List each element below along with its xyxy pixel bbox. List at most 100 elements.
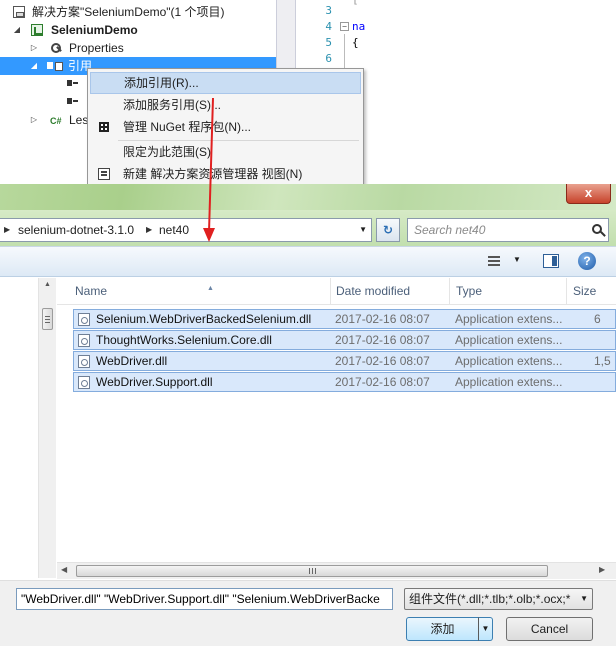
tree-item-solution[interactable]: 解决方案"SeleniumDemo"(1 个项目) [0, 3, 276, 21]
csharp-file-icon: C# [50, 116, 62, 126]
file-name: ThoughtWorks.Selenium.Core.dll [96, 333, 272, 347]
file-type: Application extens... [455, 312, 563, 326]
filetype-select[interactable]: 组件文件(*.dll;*.tlb;*.olb;*.ocx;* ▼ [404, 588, 593, 610]
line-number: 6 [325, 52, 332, 65]
collapsed-arrow-icon[interactable]: ▷ [29, 111, 39, 129]
chevron-down-icon[interactable]: ▼ [359, 219, 367, 241]
code-line: 3 [296, 3, 616, 19]
filename-input[interactable] [16, 588, 393, 610]
nuget-icon [98, 121, 110, 133]
scroll-right-icon[interactable]: ▶ [599, 565, 605, 574]
menu-item-label: 限定为此范围(S) [123, 145, 211, 159]
column-header-size[interactable]: Size [567, 278, 616, 305]
collapsed-arrow-icon[interactable]: ▷ [29, 39, 39, 57]
tree-item-project[interactable]: ◢ SeleniumDemo [0, 21, 276, 39]
breadcrumb-separator-icon[interactable]: ▶ [4, 219, 10, 241]
close-button[interactable]: x [566, 184, 611, 204]
dialog-titlebar[interactable]: x [0, 184, 616, 210]
tree-item-label: 解决方案"SeleniumDemo"(1 个项目) [32, 5, 225, 19]
scroll-left-icon[interactable]: ◀ [61, 565, 67, 574]
menu-item-add-service-reference[interactable]: 添加服务引用(S)... [90, 94, 361, 116]
dll-file-icon [78, 313, 90, 326]
column-header-label: Date modified [336, 284, 411, 298]
column-header-name[interactable]: Name ▲ [69, 278, 331, 305]
tree-item-label: Properties [69, 41, 124, 55]
chevron-down-icon[interactable]: ▼ [580, 589, 588, 609]
file-name: Selenium.WebDriverBackedSelenium.dll [96, 312, 312, 326]
expanded-arrow-icon[interactable]: ◢ [12, 21, 22, 39]
chevron-down-icon: ▼ [481, 624, 490, 633]
refresh-button[interactable]: ↻ [376, 218, 400, 242]
line-number: 3 [325, 4, 332, 17]
filetype-value: 组件文件(*.dll;*.tlb;*.olb;*.ocx;* [409, 592, 571, 606]
file-date: 2017-02-16 08:07 [335, 354, 430, 368]
breadcrumb-separator-icon[interactable]: ▶ [146, 219, 152, 241]
details-view-icon [488, 256, 500, 266]
navigation-scrollbar[interactable]: ▲ [38, 278, 56, 578]
file-list[interactable]: Name ▲ Date modified Type Size Selenium.… [57, 278, 616, 568]
references-icon [47, 60, 63, 72]
search-input[interactable] [408, 219, 588, 241]
search-box[interactable] [407, 218, 609, 242]
dll-file-icon [78, 334, 90, 347]
wrench-icon [50, 42, 62, 54]
dialog-toolbar: ▼ ? [0, 246, 616, 277]
horizontal-scrollbar[interactable]: ◀ ▶ [57, 562, 616, 579]
column-header-label: Name [75, 284, 108, 298]
file-row[interactable]: Selenium.WebDriverBackedSelenium.dll 201… [73, 309, 616, 329]
chevron-down-icon[interactable]: ▼ [513, 255, 521, 264]
menu-item-label: 管理 NuGet 程序包(N)... [123, 120, 252, 134]
file-name: WebDriver.Support.dll [96, 375, 213, 389]
refresh-icon: ↻ [382, 223, 394, 237]
reference-icon [67, 96, 79, 108]
add-reference-dialog: x ▶ selenium-dotnet-3.1.0 ▶ net40 ▼ ↻ ▼ … [0, 184, 616, 646]
address-bar: ▶ selenium-dotnet-3.1.0 ▶ net40 ▼ ↻ [0, 210, 616, 246]
help-icon[interactable]: ? [578, 252, 596, 270]
file-row[interactable]: WebDriver.dll 2017-02-16 08:07 Applicati… [73, 351, 616, 371]
menu-item-add-reference[interactable]: 添加引用(R)... [90, 72, 361, 94]
menu-item-scope-to-this[interactable]: 限定为此范围(S) [90, 141, 361, 163]
scroll-thumb[interactable] [42, 308, 53, 330]
menu-item-label: 添加服务引用(S)... [123, 98, 221, 112]
breadcrumb-item[interactable]: selenium-dotnet-3.1.0 [18, 219, 134, 241]
scroll-thumb[interactable] [76, 565, 548, 577]
file-row[interactable]: WebDriver.Support.dll 2017-02-16 08:07 A… [73, 372, 616, 392]
file-date: 2017-02-16 08:07 [335, 312, 430, 326]
collapse-icon[interactable]: − [340, 22, 349, 31]
file-date: 2017-02-16 08:07 [335, 375, 430, 389]
file-type: Application extens... [455, 333, 563, 347]
sort-ascending-icon: ▲ [207, 285, 214, 292]
file-size: 1,5 [594, 354, 611, 368]
dialog-footer: 组件文件(*.dll;*.tlb;*.olb;*.ocx;* ▼ 添加 ▼ Ca… [0, 580, 616, 646]
add-button[interactable]: 添加 [406, 617, 479, 641]
menu-item-new-explorer-view[interactable]: 新建 解决方案资源管理器 视图(N) [90, 163, 361, 185]
tree-item-properties[interactable]: ▷ Properties [0, 39, 276, 57]
csharp-project-icon [31, 24, 43, 36]
line-number: 4 [325, 20, 332, 33]
preview-pane-button[interactable] [543, 254, 559, 268]
file-name: WebDriver.dll [96, 354, 168, 368]
menu-item-manage-nuget[interactable]: 管理 NuGet 程序包(N)... [90, 116, 361, 138]
cancel-button[interactable]: Cancel [506, 617, 593, 641]
line-number: 5 [325, 36, 332, 49]
expanded-arrow-icon[interactable]: ◢ [29, 57, 39, 75]
code-text: na [352, 20, 366, 33]
column-header-date[interactable]: Date modified [330, 278, 450, 305]
breadcrumb[interactable]: ▶ selenium-dotnet-3.1.0 ▶ net40 ▼ [0, 218, 372, 242]
code-text: { [352, 36, 359, 49]
file-row[interactable]: ThoughtWorks.Selenium.Core.dll 2017-02-1… [73, 330, 616, 350]
change-view-button[interactable]: ▼ [488, 253, 526, 271]
scroll-up-icon[interactable]: ▲ [39, 281, 56, 293]
file-list-header: Name ▲ Date modified Type Size [57, 278, 616, 305]
search-icon[interactable] [592, 224, 602, 234]
column-header-type[interactable]: Type [450, 278, 567, 305]
file-date: 2017-02-16 08:07 [335, 333, 430, 347]
context-menu: 添加引用(R)... 添加服务引用(S)... 管理 NuGet 程序包(N).… [87, 68, 364, 186]
breadcrumb-item[interactable]: net40 [159, 219, 189, 241]
column-header-label: Size [573, 284, 597, 298]
menu-item-label: 新建 解决方案资源管理器 视图(N) [123, 167, 303, 181]
add-dropdown-button[interactable]: ▼ [478, 617, 493, 641]
reference-icon [67, 78, 79, 90]
new-view-icon [98, 168, 110, 180]
file-size: 6 [594, 312, 601, 326]
